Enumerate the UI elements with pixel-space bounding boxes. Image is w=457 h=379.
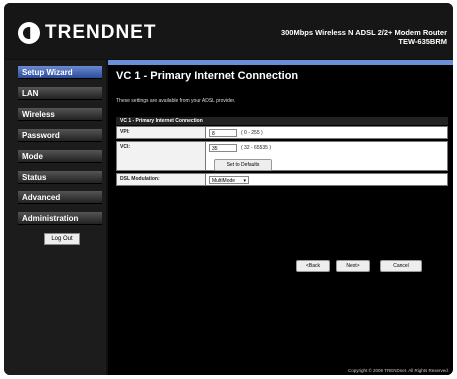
sidebar-item-advanced[interactable]: Advanced — [18, 191, 102, 204]
vpi-label: VPI: — [120, 129, 130, 135]
main-content: VC 1 - Primary Internet Connection These… — [108, 60, 453, 375]
vci-label: VCI: — [120, 144, 130, 150]
vci-range-hint: ( 32 - 65535 ) — [241, 145, 272, 151]
dsl-row: DSL Modulation: MultiMode ▾ — [116, 173, 448, 186]
back-button[interactable]: <Back — [296, 260, 330, 272]
logout-button[interactable]: Log Out — [44, 233, 80, 245]
vci-row: VCI: 35 ( 32 - 65535 ) Set to Defaults — [116, 141, 448, 171]
settings-table-header: VC 1 - Primary Internet Connection — [116, 117, 448, 125]
trendnet-logo: TRENDNET — [18, 22, 156, 44]
vpi-row: VPI: 8 ( 0 - 255 ) — [116, 126, 448, 139]
logo-icon — [18, 22, 40, 44]
copyright: Copyright © 2009 TRENDnet. All Rights Re… — [347, 368, 449, 373]
sidebar-item-password[interactable]: Password — [18, 129, 102, 142]
product-name: 300Mbps Wireless N ADSL 2/2+ Modem Route… — [281, 28, 447, 46]
next-button[interactable]: Next> — [336, 260, 370, 272]
vpi-input[interactable]: 8 — [209, 129, 237, 137]
product-line-2: TEW-635BRM — [398, 37, 447, 46]
cancel-button[interactable]: Cancel — [380, 260, 422, 272]
sidebar-item-lan[interactable]: LAN — [18, 87, 102, 100]
page-description: These settings are available from your A… — [116, 98, 236, 104]
page-title: VC 1 - Primary Internet Connection — [116, 70, 299, 82]
header: TRENDNET 300Mbps Wireless N ADSL 2/2+ Mo… — [4, 3, 453, 59]
dsl-label: DSL Modulation: — [120, 176, 160, 182]
dsl-modulation-value: MultiMode — [212, 178, 236, 184]
dsl-modulation-select[interactable]: MultiMode ▾ — [209, 176, 249, 184]
vci-input[interactable]: 35 — [209, 144, 237, 152]
logo-text: TRENDNET — [45, 22, 157, 43]
sidebar-item-wireless[interactable]: Wireless — [18, 108, 102, 121]
sidebar: Setup Wizard LAN Wireless Password Mode … — [4, 60, 106, 375]
sidebar-item-setup-wizard[interactable]: Setup Wizard — [18, 66, 102, 79]
chevron-down-icon: ▾ — [243, 178, 246, 184]
sidebar-item-mode[interactable]: Mode — [18, 150, 102, 163]
vci-value-cell: 35 ( 32 - 65535 ) Set to Defaults — [205, 142, 447, 171]
accent-bar — [108, 60, 453, 65]
vpi-value-cell: 8 ( 0 - 255 ) — [205, 127, 447, 138]
product-line-1: 300Mbps Wireless N ADSL 2/2+ Modem Route… — [280, 28, 447, 37]
vpi-range-hint: ( 0 - 255 ) — [241, 130, 263, 136]
app-window: TRENDNET 300Mbps Wireless N ADSL 2/2+ Mo… — [4, 3, 453, 375]
sidebar-item-status[interactable]: Status — [18, 171, 102, 184]
dsl-value-cell: MultiMode ▾ — [205, 174, 447, 185]
sidebar-item-administration[interactable]: Administration — [18, 212, 102, 225]
set-defaults-button[interactable]: Set to Defaults — [214, 159, 272, 171]
